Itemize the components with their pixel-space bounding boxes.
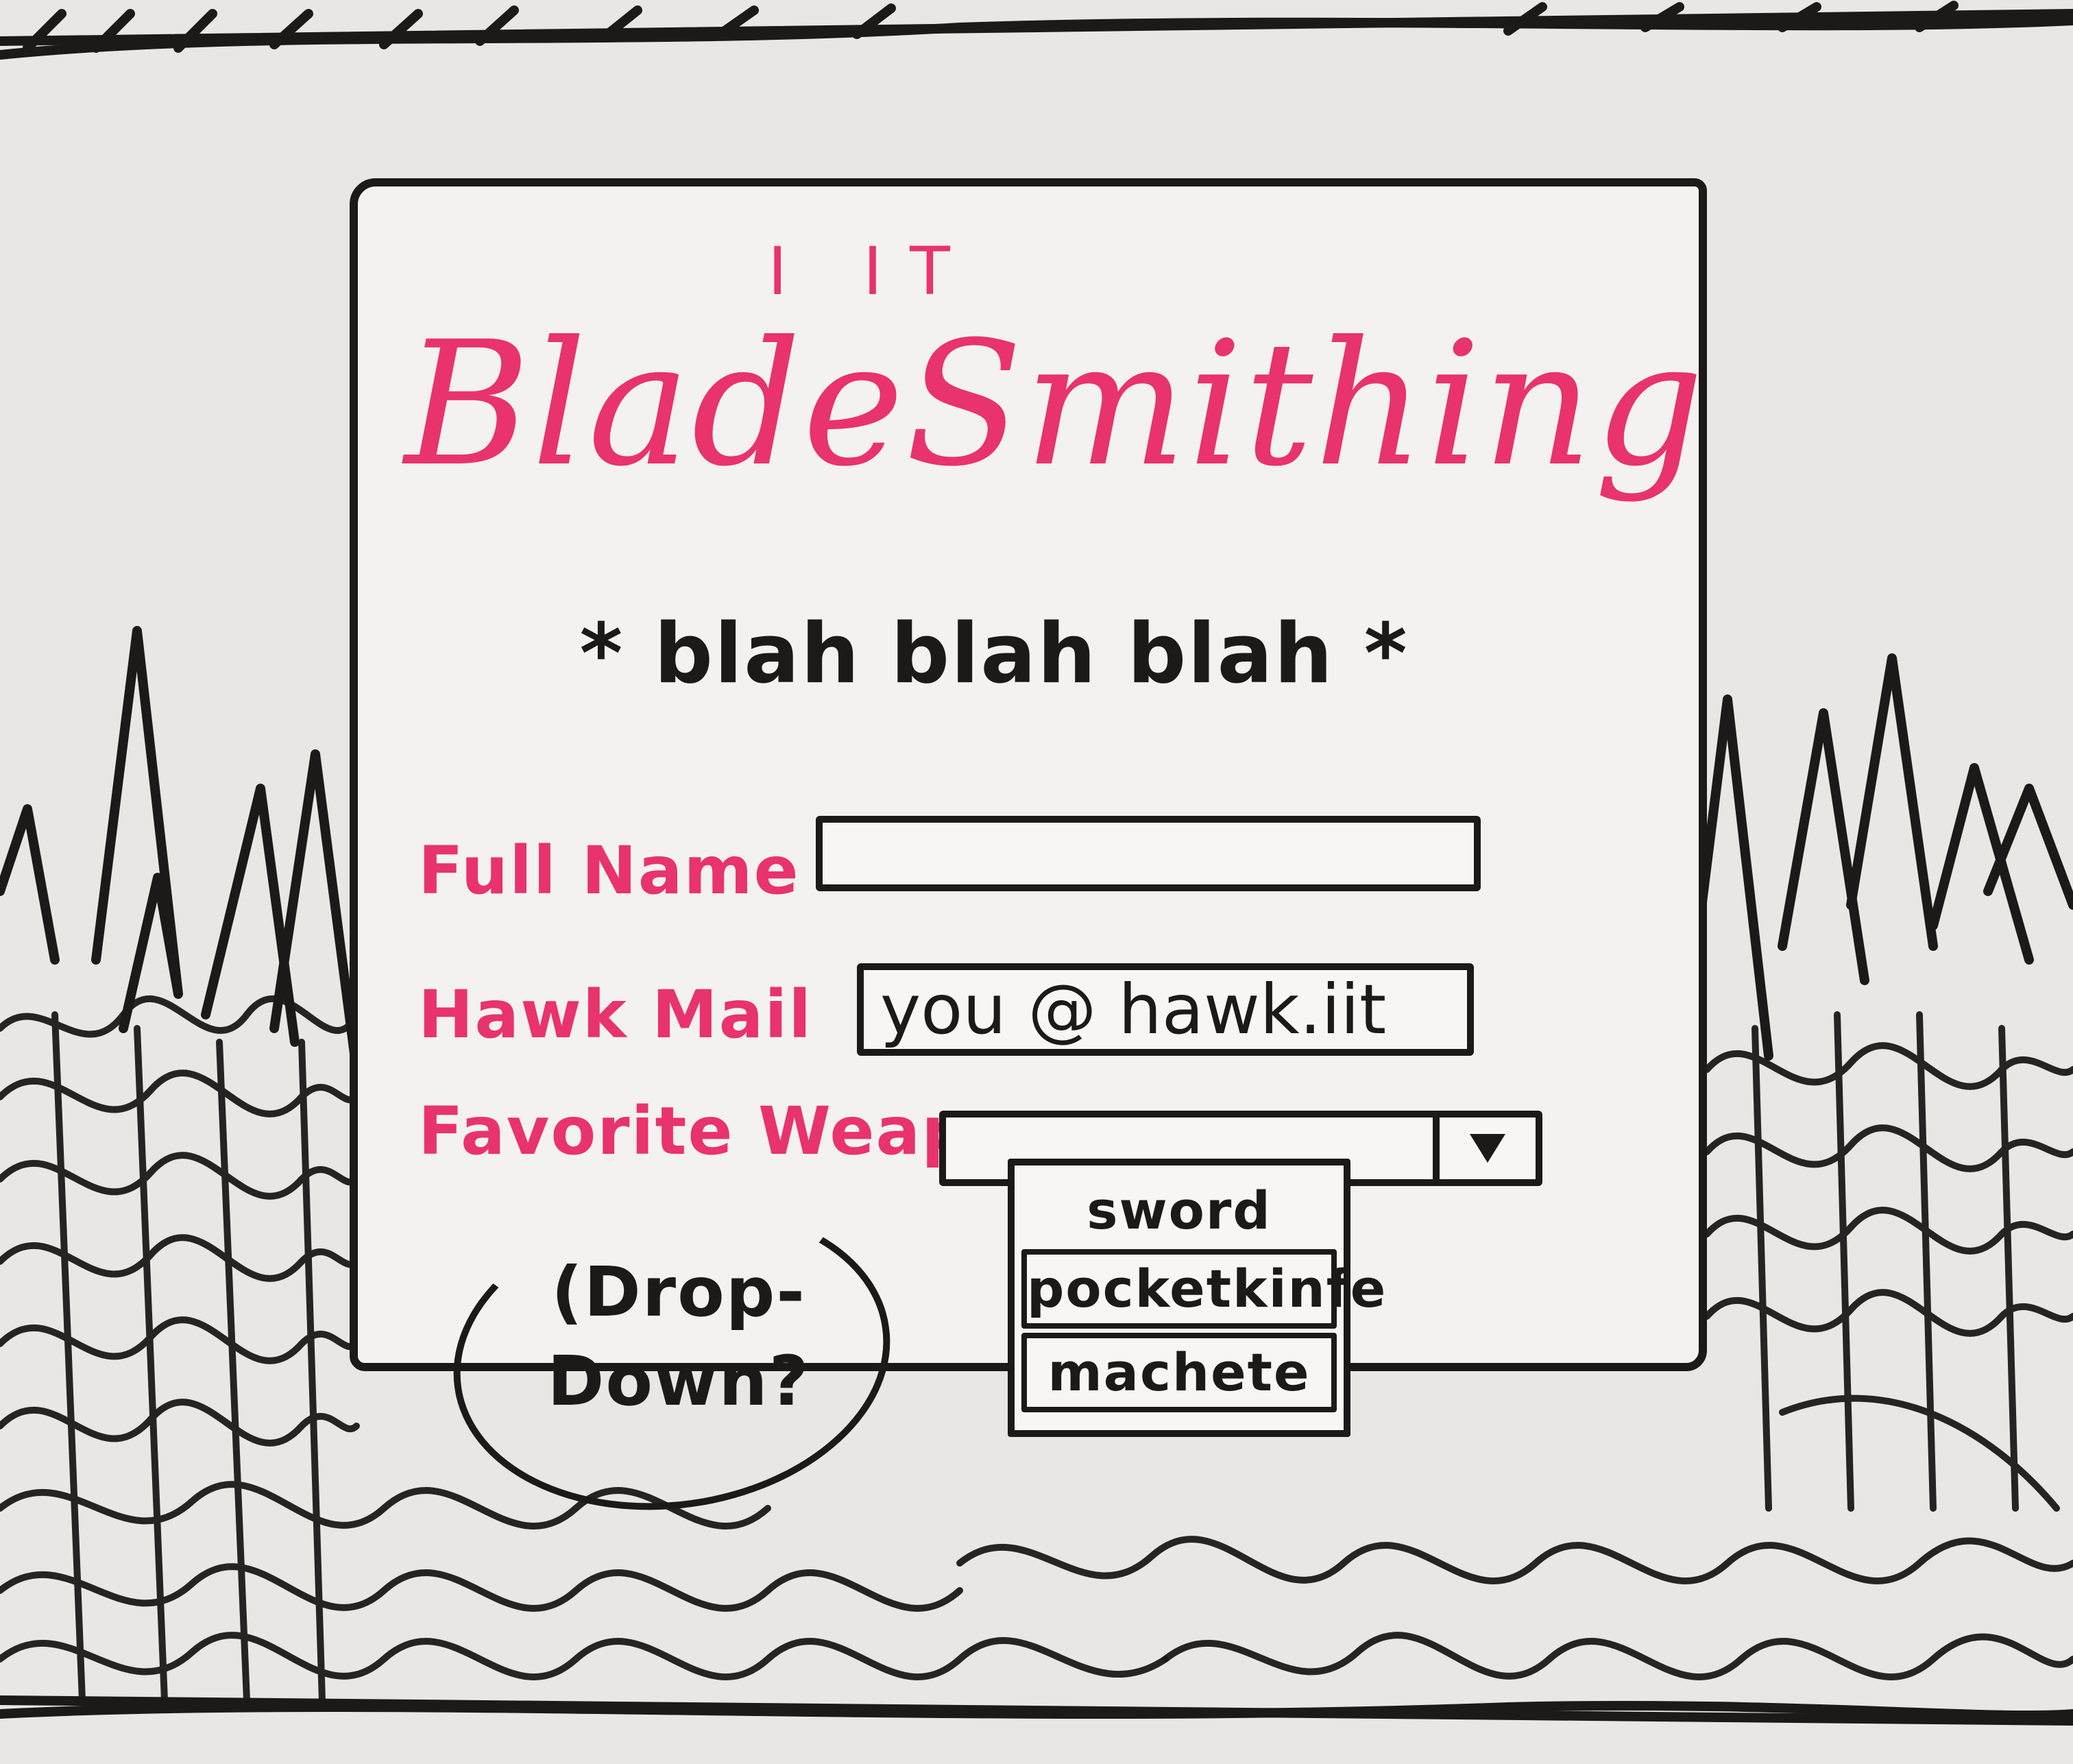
fullname-input[interactable]	[816, 816, 1481, 891]
weapon-dropdown-button[interactable]	[1433, 1117, 1536, 1179]
site-title: BladeSmithing	[404, 304, 1706, 504]
weapon-options-list: sword pocketkinfe machete	[1008, 1159, 1385, 1437]
hawkmail-input[interactable]	[857, 963, 1474, 1056]
dropdown-annotation: (Drop- Down?	[433, 1177, 932, 1538]
whiteboard: I IT BladeSmithing * blah blah blah * Fu…	[0, 0, 2073, 1764]
weapon-option[interactable]: pocketkinfe	[1021, 1249, 1385, 1329]
weapon-option[interactable]: machete	[1021, 1333, 1337, 1412]
triangle-down-icon	[1470, 1134, 1505, 1163]
tagline: * blah blah blah *	[579, 607, 1409, 702]
hawkmail-label: Hawk Mail	[418, 976, 813, 1053]
annotation-text: (Drop- Down?	[547, 1252, 810, 1421]
fullname-label: Full Name	[418, 832, 800, 909]
weapon-option[interactable]: sword	[1021, 1176, 1337, 1245]
